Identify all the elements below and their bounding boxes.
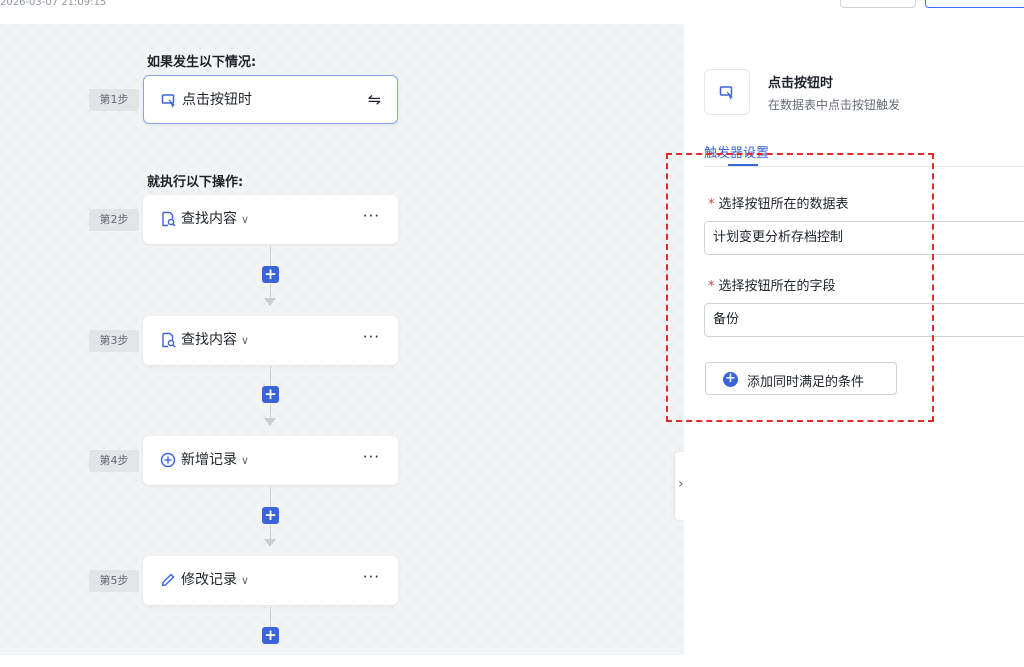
step-label: 修改记录 ∨: [181, 572, 250, 588]
add-step-button[interactable]: +: [262, 627, 279, 644]
add-step-button[interactable]: +: [262, 386, 279, 403]
table-select[interactable]: 计划变更分析存档控制: [704, 221, 1024, 255]
connector-line: [270, 487, 271, 507]
connector-line: [270, 404, 271, 418]
top-bar: 2026-03-07 21:09:15: [0, 0, 1024, 24]
field-select[interactable]: 备份: [704, 303, 1024, 337]
timestamp: 2026-03-07 21:09:15: [0, 0, 107, 8]
trigger-settings-panel: 点击按钮时 在数据表中点击按钮触发 触发器设置 * 选择按钮所在的数据表 计划变更…: [684, 47, 1024, 667]
connector-line: [270, 366, 271, 386]
connector-line: [270, 284, 271, 298]
step-label: 新增记录 ∨: [181, 452, 250, 468]
more-icon[interactable]: ···: [363, 207, 380, 225]
step-badge: 第1步: [89, 89, 139, 111]
plus-circle-icon: +: [723, 372, 738, 387]
arrow-down-icon: [264, 539, 276, 547]
connector-line: [270, 607, 271, 627]
search-doc-icon: [160, 211, 176, 227]
chevron-down-icon[interactable]: ∨: [241, 334, 249, 347]
pencil-icon: [160, 572, 176, 588]
more-icon[interactable]: ···: [363, 568, 380, 586]
search-doc-icon: [160, 332, 176, 348]
trigger-label: 点击按钮时: [182, 92, 252, 108]
add-circle-icon: [160, 452, 176, 468]
action-heading: 就执行以下操作:: [147, 175, 244, 190]
step-badge: 第5步: [89, 570, 139, 592]
step-card-add-record[interactable]: 新增记录 ∨ ···: [143, 436, 398, 485]
panel-subtitle: 在数据表中点击按钮触发: [768, 98, 901, 112]
connector-line: [270, 246, 271, 266]
add-condition-label: 添加同时满足的条件: [747, 375, 865, 390]
step-card-edit-record[interactable]: 修改记录 ∨ ···: [143, 556, 398, 605]
trigger-heading: 如果发生以下情况:: [147, 55, 257, 70]
add-step-button[interactable]: +: [262, 266, 279, 283]
step-badge: 第4步: [89, 450, 139, 472]
step-card-find[interactable]: 查找内容 ∨ ···: [143, 316, 398, 365]
top-button-primary[interactable]: [925, 0, 1024, 8]
chevron-down-icon[interactable]: ∨: [241, 454, 249, 467]
step-label: 查找内容 ∨: [181, 211, 250, 227]
field-field-label: * 选择按钮所在的字段: [708, 279, 836, 294]
more-icon[interactable]: ···: [363, 448, 380, 466]
table-field-label: * 选择按钮所在的数据表: [708, 197, 849, 212]
arrow-down-icon: [264, 418, 276, 426]
tab-divider: [704, 166, 1024, 167]
chevron-down-icon[interactable]: ∨: [241, 213, 249, 226]
step-badge: 第2步: [89, 209, 139, 231]
top-button-secondary[interactable]: [840, 0, 916, 8]
panel-title: 点击按钮时: [768, 76, 834, 91]
cursor-click-icon: [704, 69, 750, 115]
add-step-button[interactable]: +: [262, 507, 279, 524]
cursor-click-icon: [161, 92, 177, 108]
step-label: 查找内容 ∨: [181, 332, 250, 348]
more-icon[interactable]: ···: [363, 328, 380, 346]
arrow-down-icon: [264, 298, 276, 306]
trigger-card[interactable]: 点击按钮时 ⇋: [143, 75, 398, 124]
step-badge: 第3步: [89, 330, 139, 352]
add-condition-button[interactable]: + 添加同时满足的条件: [705, 362, 897, 395]
chevron-right-icon: ›: [678, 476, 684, 492]
tab-trigger-settings[interactable]: 触发器设置: [704, 142, 769, 161]
chevron-down-icon[interactable]: ∨: [241, 574, 249, 587]
swap-icon[interactable]: ⇋: [368, 90, 381, 109]
connector-line: [270, 525, 271, 539]
step-card-find[interactable]: 查找内容 ∨ ···: [143, 195, 398, 244]
workflow-canvas: 如果发生以下情况: 第1步 点击按钮时 ⇋ 就执行以下操作: 第2步 查找内容 ∨…: [0, 24, 684, 655]
